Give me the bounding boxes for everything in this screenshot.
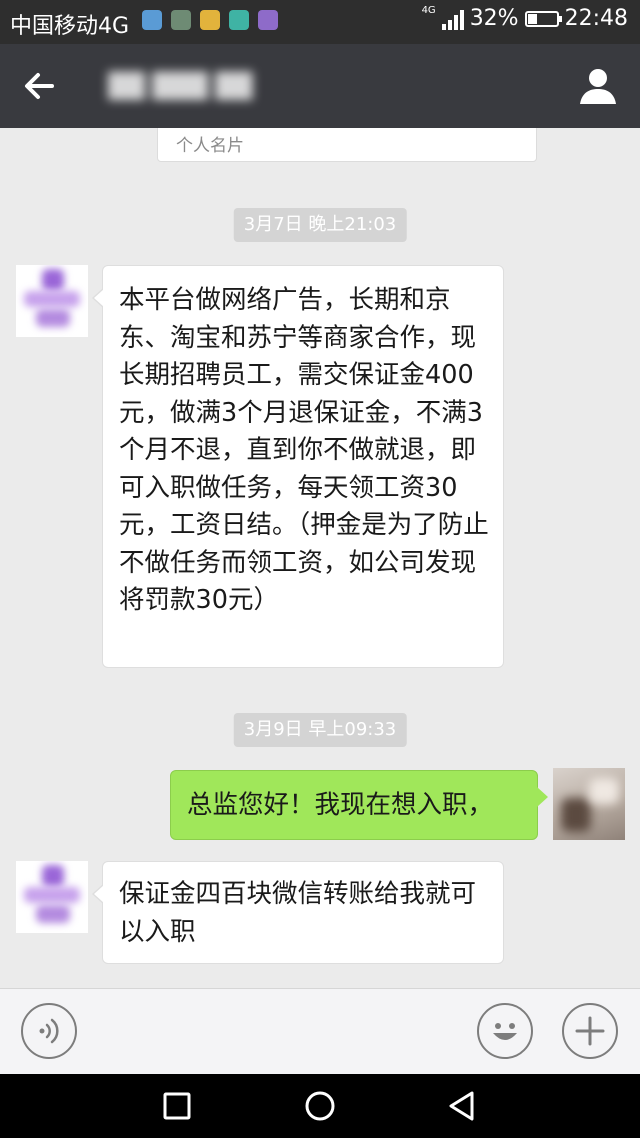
avatar-blob	[24, 291, 80, 307]
avatar-blob	[561, 798, 591, 832]
circle-icon	[305, 1091, 335, 1121]
avatar-blob	[42, 865, 64, 887]
browser-notification-icon	[142, 10, 162, 30]
more-options-button[interactable]	[562, 1003, 618, 1059]
battery-cap	[558, 15, 562, 22]
battery-percent: 32%	[469, 6, 519, 31]
person-icon	[580, 69, 616, 104]
my-avatar[interactable]	[553, 768, 625, 840]
message-text: 本平台做网络广告，长期和京东、淘宝和苏宁等商家合作，现长期招聘员工，需交保证金4…	[119, 285, 489, 615]
network-type-label: 4G	[421, 4, 436, 16]
timestamp: 3月7日 晚上21:03	[233, 208, 407, 242]
contact-name: ██ ███ ██	[108, 72, 253, 100]
sender-avatar[interactable]	[16, 861, 88, 933]
status-bar: 中国移动4G 4G 32% 22:48	[0, 0, 640, 44]
message-list[interactable]: 个人名片 3月7日 晚上21:03 本平台做网络广告，长期和京东、淘宝和苏宁等商…	[0, 128, 640, 988]
signal-strength-icon	[441, 8, 464, 30]
chat-input-bar	[0, 988, 640, 1074]
sender-avatar[interactable]	[16, 265, 88, 337]
contact-card-message[interactable]: 个人名片	[157, 128, 537, 162]
voice-input-button[interactable]	[21, 1003, 77, 1059]
home-button[interactable]	[300, 1086, 340, 1126]
voice-icon	[39, 1018, 59, 1044]
recents-button[interactable]	[157, 1086, 197, 1126]
avatar-blob	[36, 905, 70, 923]
voicemail-notification-icon	[229, 10, 249, 30]
nav-back-button[interactable]	[442, 1086, 482, 1126]
arrow-left-icon	[25, 73, 54, 99]
emoji-icon	[493, 1023, 517, 1040]
plus-icon	[575, 1016, 605, 1046]
chat-title-bar: ██ ███ ██	[0, 44, 640, 128]
notification-icons	[142, 10, 278, 30]
clock: 22:48	[564, 6, 628, 31]
avatar-blob	[24, 887, 80, 903]
contact-card-label: 个人名片	[176, 136, 244, 156]
bank-notification-icon	[200, 10, 220, 30]
emoji-button[interactable]	[477, 1003, 533, 1059]
chat-info-button[interactable]	[576, 64, 620, 108]
square-icon	[163, 1092, 191, 1120]
wechat-chat-screen: 中国移动4G 4G 32% 22:48 ██ ███ ██ 个人名片 3月7日 …	[0, 0, 640, 1138]
avatar-blob	[589, 778, 619, 804]
incoming-message-bubble[interactable]: 保证金四百块微信转账给我就可以入职	[92, 861, 504, 964]
incoming-message-bubble[interactable]: 本平台做网络广告，长期和京东、淘宝和苏宁等商家合作，现长期招聘员工，需交保证金4…	[92, 265, 504, 668]
avatar-blob	[36, 309, 70, 327]
message-text: 总监您好！我现在想入职，	[187, 790, 494, 820]
avatar-blob	[42, 269, 64, 291]
messages-notification-icon	[258, 10, 278, 30]
back-button[interactable]	[18, 64, 62, 108]
triangle-back-icon	[449, 1091, 474, 1121]
carrier-label: 中国移动4G	[10, 14, 130, 39]
status-right-icons: 4G 32% 22:48	[421, 4, 628, 31]
battery-fill	[527, 13, 538, 24]
battery-icon	[524, 10, 562, 27]
timestamp: 3月9日 早上09:33	[233, 713, 407, 747]
system-navigation-bar	[0, 1074, 640, 1138]
message-text: 保证金四百块微信转账给我就可以入职	[119, 879, 477, 947]
outgoing-message-bubble[interactable]: 总监您好！我现在想入职，	[170, 770, 548, 840]
gallery-notification-icon	[171, 10, 191, 30]
